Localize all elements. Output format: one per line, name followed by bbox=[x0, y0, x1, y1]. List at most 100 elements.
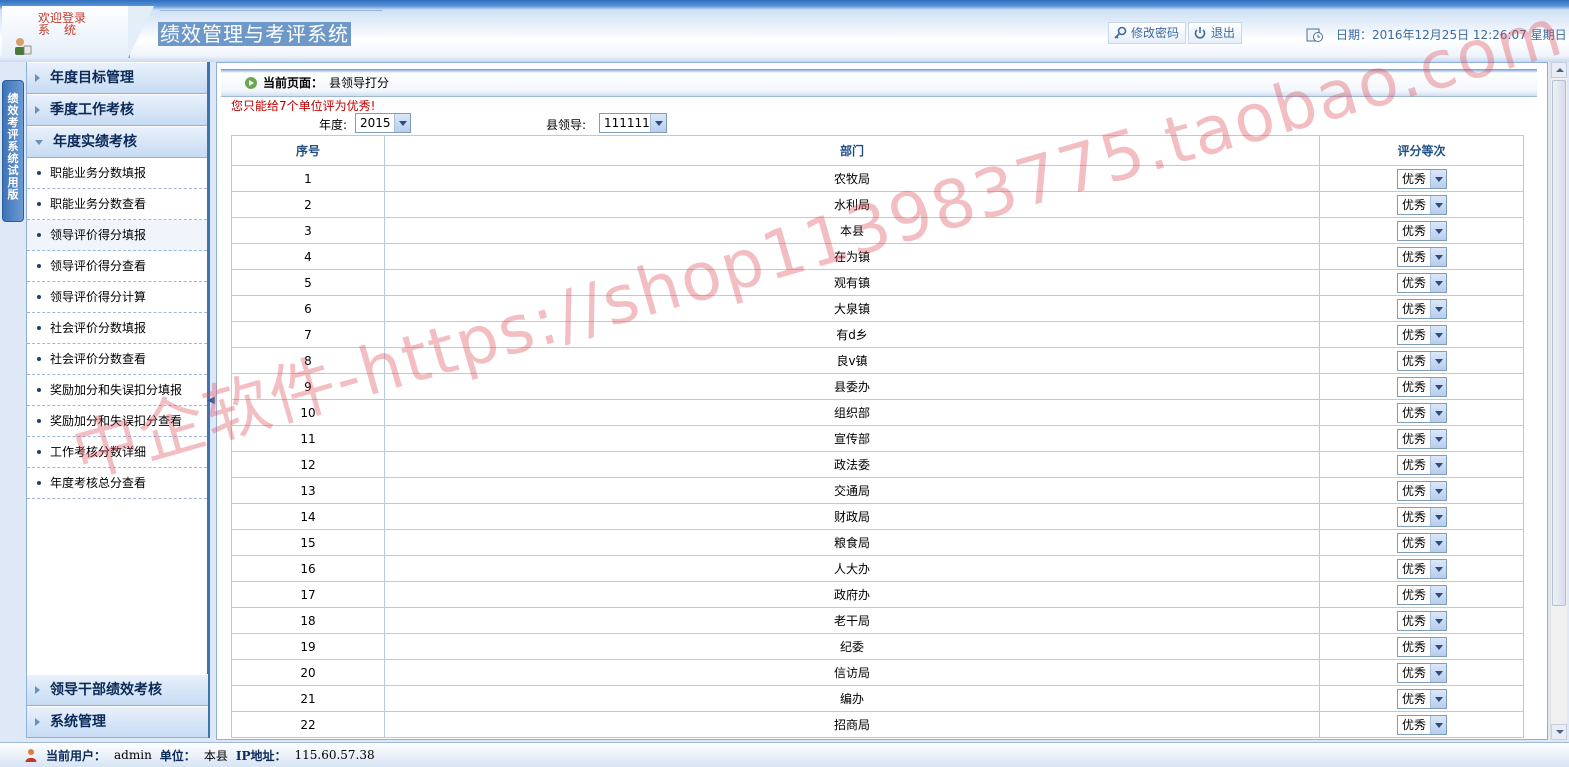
row-department: 交通局 bbox=[384, 477, 1320, 504]
sidebar-item-work-score-detail[interactable]: 工作考核分数详细 bbox=[27, 437, 207, 468]
grade-select[interactable]: 优秀 bbox=[1397, 480, 1447, 501]
title-divider bbox=[160, 10, 382, 11]
chevron-down-icon bbox=[1430, 221, 1446, 240]
chevron-down-icon bbox=[1430, 611, 1446, 630]
row-grade-cell: 优秀 bbox=[1319, 503, 1524, 530]
row-department: 政法委 bbox=[384, 451, 1320, 478]
grade-select[interactable]: 优秀 bbox=[1397, 168, 1447, 189]
grade-select[interactable]: 优秀 bbox=[1397, 636, 1447, 657]
grade-value: 优秀 bbox=[1402, 171, 1427, 186]
sidebar-item-social-score-view[interactable]: 社会评价分数查看 bbox=[27, 344, 207, 375]
grade-select[interactable]: 优秀 bbox=[1397, 220, 1447, 241]
sidebar-item-bonus-penalty-entry[interactable]: 奖励加分和失误扣分填报 bbox=[27, 375, 207, 406]
row-grade-cell: 优秀 bbox=[1319, 165, 1524, 192]
grade-value: 优秀 bbox=[1402, 275, 1427, 290]
menu-group-quarterly-review[interactable]: 季度工作考核 bbox=[27, 94, 207, 126]
row-grade-cell: 优秀 bbox=[1319, 347, 1524, 374]
vertical-tab[interactable]: 绩效考评系统试用版 bbox=[2, 80, 24, 222]
leader-select[interactable]: 111111 bbox=[599, 113, 667, 133]
breadcrumb: 当前页面： 县领导打分 bbox=[221, 69, 1537, 97]
sidebar-item-leader-score-entry[interactable]: 领导评价得分填报 bbox=[27, 220, 207, 251]
grade-select[interactable]: 优秀 bbox=[1397, 324, 1447, 345]
change-password-button[interactable]: 修改密码 bbox=[1108, 22, 1187, 44]
sidebar-item-functional-score-entry[interactable]: 职能业务分数填报 bbox=[27, 158, 207, 189]
clock-icon bbox=[1306, 28, 1323, 42]
menu-group-label: 季度工作考核 bbox=[50, 102, 134, 118]
sidebar-item-leader-score-calc[interactable]: 领导评价得分计算 bbox=[27, 282, 207, 313]
sidebar-item-social-score-entry[interactable]: 社会评价分数填报 bbox=[27, 313, 207, 344]
row-department: 人大办 bbox=[384, 555, 1320, 582]
grade-select[interactable]: 优秀 bbox=[1397, 662, 1447, 683]
row-grade-cell: 优秀 bbox=[1319, 477, 1524, 504]
chevron-down-icon bbox=[394, 114, 410, 132]
sidebar-item-annual-total-view[interactable]: 年度考核总分查看 bbox=[27, 468, 207, 499]
sidebar-item-functional-score-view[interactable]: 职能业务分数查看 bbox=[27, 189, 207, 220]
grade-select[interactable]: 优秀 bbox=[1397, 376, 1447, 397]
breadcrumb-value: 县领导打分 bbox=[329, 76, 390, 90]
collapse-sidebar-icon[interactable]: ◀ bbox=[207, 395, 215, 406]
scrollbar[interactable] bbox=[1550, 62, 1567, 740]
bullet-icon bbox=[37, 233, 41, 237]
grade-select[interactable]: 优秀 bbox=[1397, 194, 1447, 215]
row-index: 16 bbox=[231, 555, 385, 582]
user-value: admin bbox=[114, 748, 152, 762]
grade-value: 优秀 bbox=[1402, 509, 1427, 524]
grade-select[interactable]: 优秀 bbox=[1397, 350, 1447, 371]
row-department: 编办 bbox=[384, 685, 1320, 712]
scroll-thumb[interactable] bbox=[1552, 80, 1566, 606]
row-index: 22 bbox=[231, 711, 385, 738]
grade-value: 优秀 bbox=[1402, 639, 1427, 654]
grade-select[interactable]: 优秀 bbox=[1397, 714, 1447, 735]
row-index: 6 bbox=[231, 295, 385, 322]
grade-select[interactable]: 优秀 bbox=[1397, 454, 1447, 475]
row-grade-cell: 优秀 bbox=[1319, 581, 1524, 608]
grade-select[interactable]: 优秀 bbox=[1397, 402, 1447, 423]
user-label: 当前用户： bbox=[46, 748, 107, 763]
top-actions: 修改密码 退出 bbox=[1108, 22, 1244, 44]
grade-value: 优秀 bbox=[1402, 405, 1427, 420]
chevron-down-icon bbox=[1430, 455, 1446, 474]
grade-select[interactable]: 优秀 bbox=[1397, 558, 1447, 579]
grade-select[interactable]: 优秀 bbox=[1397, 688, 1447, 709]
sidebar-item-bonus-penalty-view[interactable]: 奖励加分和失误扣分查看 bbox=[27, 406, 207, 437]
menu-group-system-management[interactable]: 系统管理 bbox=[27, 706, 208, 738]
menu-group-leader-performance[interactable]: 领导干部绩效考核 bbox=[27, 674, 208, 706]
sidebar-item-leader-score-view[interactable]: 领导评价得分查看 bbox=[27, 251, 207, 282]
grade-select[interactable]: 优秀 bbox=[1397, 532, 1447, 553]
row-index: 14 bbox=[231, 503, 385, 530]
row-department: 农牧局 bbox=[384, 165, 1320, 192]
grade-value: 优秀 bbox=[1402, 353, 1427, 368]
row-grade-cell: 优秀 bbox=[1319, 451, 1524, 478]
table-row: 15 粮食局 优秀 bbox=[231, 529, 1524, 556]
table-row: 4 在为镇 优秀 bbox=[231, 243, 1524, 270]
menu-group-annual-performance[interactable]: 年度实绩考核 bbox=[27, 126, 207, 158]
grade-select[interactable]: 优秀 bbox=[1397, 428, 1447, 449]
row-grade-cell: 优秀 bbox=[1319, 399, 1524, 426]
bullet-icon bbox=[37, 202, 41, 206]
table-row: 11 宣传部 优秀 bbox=[231, 425, 1524, 452]
table-row: 10 组织部 优秀 bbox=[231, 399, 1524, 426]
logout-label: 退出 bbox=[1211, 26, 1236, 40]
row-department: 宣传部 bbox=[384, 425, 1320, 452]
row-department: 有d乡 bbox=[384, 321, 1320, 348]
scroll-down-button[interactable] bbox=[1551, 724, 1567, 740]
chevron-right-icon bbox=[35, 74, 40, 82]
chevron-down-icon bbox=[1430, 299, 1446, 318]
year-select[interactable]: 2015 bbox=[355, 113, 411, 133]
grade-select[interactable]: 优秀 bbox=[1397, 272, 1447, 293]
grade-select[interactable]: 优秀 bbox=[1397, 246, 1447, 267]
grade-select[interactable]: 优秀 bbox=[1397, 610, 1447, 631]
score-table: 序号 部门 评分等次 1 农牧局 优秀 2 水利局 优秀 3 本县 优秀 4 在为镇 优秀 5 观有镇 优秀… bbox=[231, 135, 1524, 738]
user-icon bbox=[25, 749, 37, 762]
menu-group-annual-goals[interactable]: 年度目标管理 bbox=[27, 62, 207, 94]
chevron-down-icon bbox=[1430, 377, 1446, 396]
table-row: 18 老干局 优秀 bbox=[231, 607, 1524, 634]
grade-select[interactable]: 优秀 bbox=[1397, 584, 1447, 605]
logout-button[interactable]: 退出 bbox=[1188, 22, 1243, 44]
scroll-up-button[interactable] bbox=[1551, 62, 1567, 78]
grade-select[interactable]: 优秀 bbox=[1397, 506, 1447, 527]
grade-select[interactable]: 优秀 bbox=[1397, 298, 1447, 319]
table-row: 13 交通局 优秀 bbox=[231, 477, 1524, 504]
row-index: 18 bbox=[231, 607, 385, 634]
sidebar-bottom-groups: 领导干部绩效考核 系统管理 bbox=[27, 674, 208, 738]
